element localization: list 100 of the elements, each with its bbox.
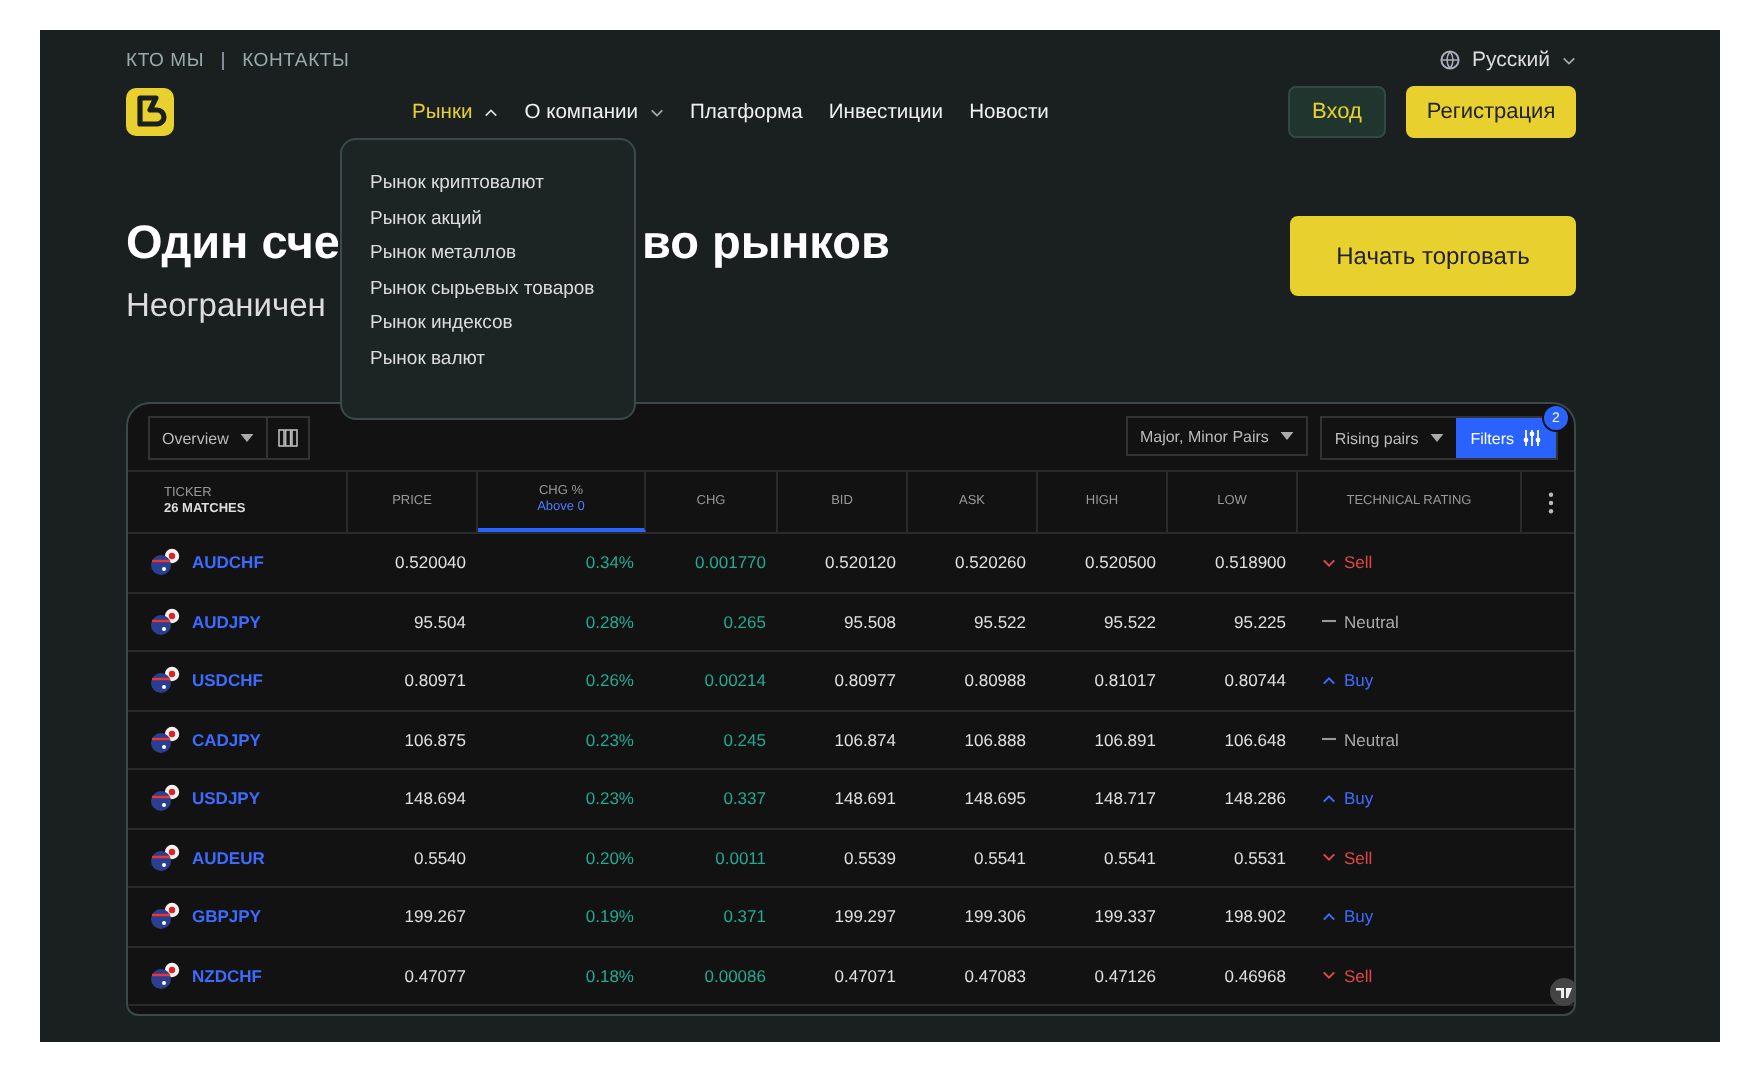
table-cell-text: 148.717 <box>1092 788 1158 809</box>
rating-text: Sell <box>1344 965 1373 986</box>
chevron-up-icon <box>1322 793 1336 804</box>
table-cell-text: 148.694 <box>402 788 468 809</box>
flag-pair-icon <box>150 961 182 990</box>
menu-item[interactable]: Рынок валют <box>370 347 606 369</box>
rating-text: Sell <box>1344 552 1373 573</box>
table-cell-text: 0.23% <box>583 729 636 750</box>
rating-text: Buy <box>1344 670 1374 691</box>
table-cell-text: 0.80971 <box>402 670 468 691</box>
chevron-down-icon <box>1322 970 1336 981</box>
menu-item[interactable]: Рынок металлов <box>370 242 606 264</box>
dash-icon <box>1322 616 1336 627</box>
nav-item[interactable]: Платформа <box>690 101 803 123</box>
nav-item[interactable]: Новости <box>969 101 1049 123</box>
top-link[interactable]: КТО МЫ <box>126 49 205 71</box>
rating-text: Buy <box>1344 788 1374 809</box>
table-cell-text: 0.520260 <box>953 552 1028 573</box>
rating-text: Neutral <box>1344 611 1399 632</box>
table-cell-text: 148.691 <box>832 788 898 809</box>
table-cell-text: 0.26% <box>583 670 636 691</box>
table-cell-text: 0.23% <box>583 788 636 809</box>
pairs-select[interactable]: Major, Minor Pairs <box>1125 416 1309 456</box>
table-cell-text: 0.20% <box>583 847 636 868</box>
table-cell-text: 0.5540 <box>412 847 468 868</box>
menu-item[interactable]: Рынок сырьевых товаров <box>370 277 606 299</box>
language-select[interactable]: Русский <box>1440 48 1576 72</box>
table-cell-text: 0.265 <box>721 611 768 632</box>
table-cell-text: 0.245 <box>721 729 768 750</box>
table-cell-text: 0.47071 <box>832 965 898 986</box>
table-cell-text: 106.648 <box>1222 729 1288 750</box>
rating-text: Sell <box>1344 847 1373 868</box>
table-cell-text: 0.19% <box>583 906 636 927</box>
rating-text: Buy <box>1344 906 1374 927</box>
table-cell-text: 0.80988 <box>962 670 1028 691</box>
ticker-link[interactable]: AUDEUR <box>192 847 265 868</box>
table-cell-text: 0.5541 <box>972 847 1028 868</box>
rating-text: Neutral <box>1344 729 1399 750</box>
table-cell-text: 0.520040 <box>393 552 468 573</box>
flag-pair-icon <box>150 607 182 636</box>
ticker-link[interactable]: USDJPY <box>192 788 261 809</box>
globe-icon <box>1440 50 1461 70</box>
chevron-down-icon <box>1322 852 1336 863</box>
table-cell-text: 0.28% <box>583 611 636 632</box>
dash-icon <box>1322 734 1336 745</box>
headline: во рынков <box>642 216 890 270</box>
table-cell-text: 0.00214 <box>702 670 768 691</box>
ticker-link[interactable]: GBPJPY <box>192 906 261 927</box>
menu-item[interactable]: Рынок акций <box>370 207 606 229</box>
start-trading-button[interactable]: Начать торговать <box>1290 216 1576 296</box>
ticker-link[interactable]: NZDCHF <box>192 965 262 986</box>
table-cell-text: 0.00086 <box>702 965 768 986</box>
top-link[interactable]: КОНТАКТЫ <box>242 49 350 71</box>
register-button[interactable]: Регистрация <box>1406 86 1576 138</box>
table-cell-text: 0.5541 <box>1102 847 1158 868</box>
nav-item[interactable]: Инвестиции <box>828 101 944 123</box>
caret-icon <box>1280 432 1295 440</box>
flag-pair-icon <box>150 725 182 754</box>
table-cell-text: 0.5539 <box>842 847 898 868</box>
table-cell-text: 95.225 <box>1232 611 1288 632</box>
table-cell-text: 0.46968 <box>1222 965 1288 986</box>
table-cell-text: 0.371 <box>721 906 768 927</box>
flag-pair-icon <box>150 902 182 931</box>
nav-item[interactable]: О компании <box>524 101 665 123</box>
table-cell-text: 0.001770 <box>693 552 768 573</box>
chevron-down-icon <box>1562 55 1576 65</box>
logo-icon[interactable] <box>126 88 174 136</box>
menu-item[interactable]: Рынок индексов <box>370 312 606 334</box>
menu-item[interactable]: Рынок криптовалют <box>370 172 606 194</box>
ticker-link[interactable]: USDCHF <box>192 670 263 691</box>
table-cell-text: 199.337 <box>1092 906 1158 927</box>
table-cell-text: 0.47126 <box>1092 965 1158 986</box>
chevron-up-icon <box>1322 911 1336 922</box>
table-cell-text: 106.875 <box>402 729 468 750</box>
flag-pair-icon <box>150 843 182 872</box>
ticker-link[interactable]: AUDJPY <box>192 611 261 632</box>
chevron-down-icon <box>650 107 665 117</box>
table-cell-text: 0.5531 <box>1232 847 1288 868</box>
table-cell-text: 0.80977 <box>832 670 898 691</box>
subtitle: Неограничен <box>126 288 326 326</box>
table-cell-text: 106.874 <box>832 729 898 750</box>
table-cell-text: 199.267 <box>402 906 468 927</box>
table-cell-text: 199.306 <box>962 906 1028 927</box>
chevron-down-icon <box>1322 557 1336 568</box>
table-cell-text: 95.522 <box>972 611 1028 632</box>
chevron-up-icon <box>1322 675 1336 686</box>
chevron-up-icon <box>484 107 499 117</box>
ticker-link[interactable]: CADJPY <box>192 729 261 750</box>
table-cell-text: 0.18% <box>583 965 636 986</box>
table-cell-text: 0.520120 <box>823 552 898 573</box>
nav-item[interactable]: Рынки <box>412 101 499 123</box>
ticker-link[interactable]: AUDCHF <box>192 552 264 573</box>
table-cell-text: 199.297 <box>832 906 898 927</box>
table-cell-text: 0.81017 <box>1092 670 1158 691</box>
table-cell-text: 0.518900 <box>1213 552 1288 573</box>
flag-pair-icon <box>150 784 182 813</box>
login-button[interactable]: Вход <box>1288 86 1386 138</box>
table-cell-text: 0.80744 <box>1222 670 1288 691</box>
table-cell-text: 106.888 <box>962 729 1028 750</box>
table-cell-text: 95.522 <box>1102 611 1158 632</box>
